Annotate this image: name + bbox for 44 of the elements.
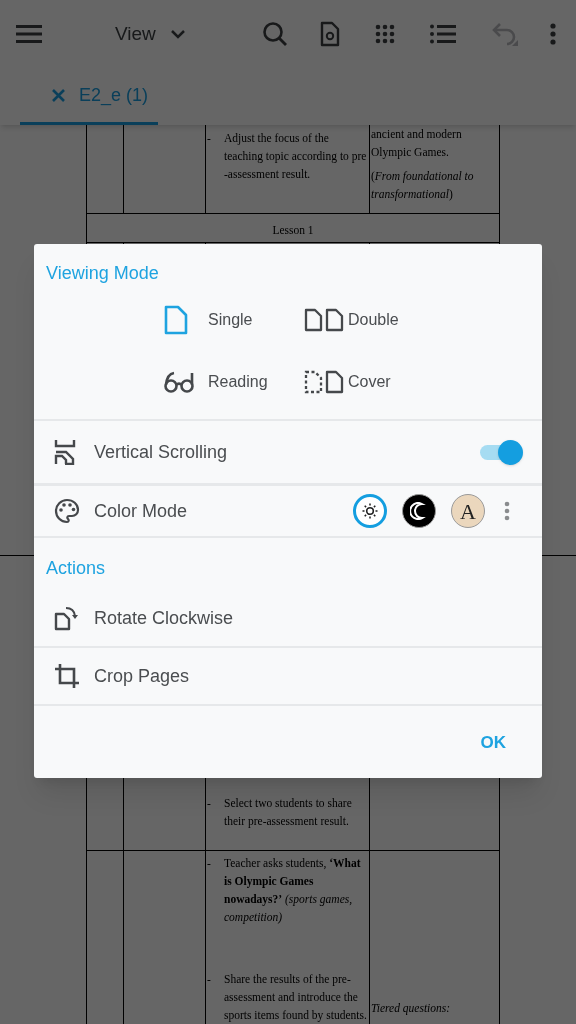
viewing-mode-option[interactable]: Reading <box>164 367 304 397</box>
bullet-text: Adjust the focus of the teaching topic according to pre -assessment result. <box>224 131 368 182</box>
dark-mode-swatch[interactable] <box>402 494 436 528</box>
note-text: Tiered questions: <box>370 1001 452 1015</box>
toggle-switch[interactable] <box>480 439 520 465</box>
setting-label: Vertical Scrolling <box>94 440 229 464</box>
viewing-mode-option[interactable]: Single <box>164 305 304 335</box>
document-settings-icon[interactable] <box>319 21 340 47</box>
bullet-dash: - <box>206 856 212 871</box>
setting-label: Color Mode <box>94 499 189 523</box>
bullet-dash: - <box>206 796 212 811</box>
sun-icon <box>362 503 378 519</box>
bullet-text: Share the results of the pre-assessment and introduce the sports items found by students. <box>224 972 368 1024</box>
caret-icon <box>169 29 186 39</box>
rotate-page-icon <box>54 605 80 631</box>
viewing-mode-option[interactable]: Double <box>304 305 444 335</box>
page-icon <box>164 305 188 335</box>
action-item[interactable]: Crop Pages <box>34 648 542 706</box>
list-icon[interactable] <box>429 24 456 44</box>
light-mode-swatch[interactable] <box>353 494 387 528</box>
more-options-icon[interactable] <box>549 23 556 45</box>
sepia-mode-swatch[interactable]: A <box>451 494 485 528</box>
viewing-mode-option[interactable]: Cover <box>304 367 444 397</box>
bullet-dash: - <box>206 972 212 987</box>
two-pages-icon <box>304 370 344 394</box>
search-icon[interactable] <box>261 21 288 47</box>
section-title: Actions <box>45 557 107 580</box>
section-title: Viewing Mode <box>45 262 160 285</box>
note-text: (From foundational to transformational) <box>370 169 475 203</box>
two-pages-icon <box>304 308 344 332</box>
section-heading: Lesson 1 <box>272 223 314 238</box>
note-text: ancient and modern Olympic Games. <box>370 127 463 161</box>
palette-icon <box>54 498 80 524</box>
close-icon[interactable] <box>52 88 65 102</box>
moon-icon <box>410 502 428 520</box>
more-options-icon[interactable] <box>504 501 510 521</box>
bullet-text: Select two students to share their pre-assessment result. <box>224 796 353 830</box>
crop-icon <box>54 663 80 689</box>
bullet-dash: - <box>206 131 212 146</box>
glasses-icon <box>164 371 194 393</box>
action-item[interactable]: Rotate Clockwise <box>34 590 542 648</box>
bullet-text: Teacher asks students, ‘What is Olympic Games nowadays?’ (sports games, competition) <box>224 856 362 926</box>
vertical-scroll-icon <box>54 439 76 465</box>
grid-icon[interactable] <box>374 24 395 44</box>
